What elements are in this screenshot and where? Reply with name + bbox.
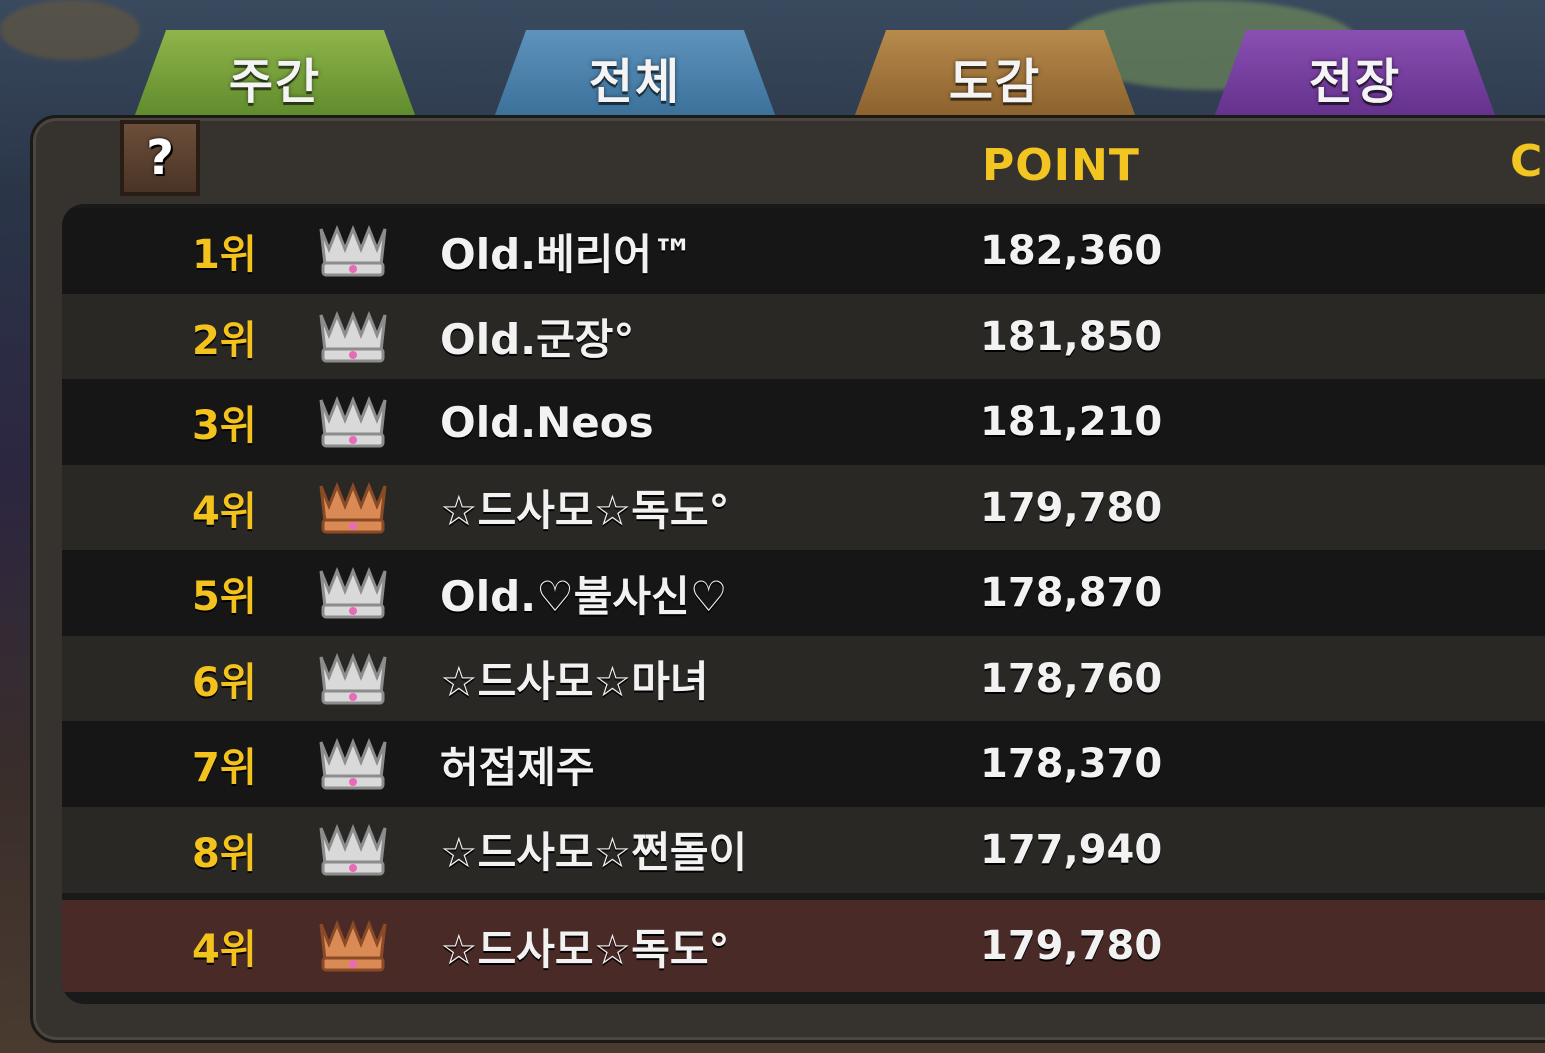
silver-crown-icon bbox=[315, 309, 391, 365]
silver-crown-icon bbox=[315, 822, 391, 878]
tab-bar: 주간 전체 도감 전장 bbox=[0, 0, 1545, 120]
silver-crown-icon bbox=[315, 651, 391, 707]
rank-label: 2위 bbox=[192, 317, 257, 364]
rank-label: 7위 bbox=[192, 745, 257, 791]
question-icon: ? bbox=[146, 130, 174, 186]
player-name: ☆드사모☆독도° bbox=[440, 924, 730, 974]
rank-label: 1위 bbox=[192, 232, 257, 278]
rank-label: 3위 bbox=[192, 403, 257, 449]
silver-crown-icon bbox=[315, 736, 391, 792]
ranking-row[interactable]: 6위 ☆드사모☆마녀 178,760 bbox=[62, 635, 1545, 722]
ranking-list[interactable]: 1위 Old.베리어™ 182,360 2위 Old.군장° 181,850 3위 Old.N… bbox=[62, 204, 1545, 1004]
point-column-header: POINT bbox=[982, 140, 1140, 191]
rank-label: 6위 bbox=[192, 659, 257, 706]
ranking-row[interactable]: 2위 Old.군장° 181,850 bbox=[62, 293, 1545, 380]
player-name: Old.Neos bbox=[440, 397, 654, 447]
player-name: Old.베리어™ bbox=[440, 229, 695, 279]
player-name: ☆드사모☆마녀 bbox=[440, 657, 709, 706]
rank-label: 4위 bbox=[192, 488, 257, 535]
silver-crown-icon bbox=[315, 565, 391, 621]
player-name: ☆드사모☆쩐돌이 bbox=[440, 828, 748, 877]
player-points: 182,360 bbox=[980, 228, 1163, 274]
player-points: 178,370 bbox=[980, 741, 1163, 787]
player-points: 177,940 bbox=[980, 826, 1163, 873]
ranking-row[interactable]: 8위 ☆드사모☆쩐돌이 177,940 bbox=[62, 806, 1545, 893]
tab-collection[interactable]: 도감 bbox=[853, 30, 1137, 120]
player-name: 허접제주 bbox=[440, 742, 595, 792]
ranking-row[interactable]: 3위 Old.Neos 181,210 bbox=[62, 379, 1545, 465]
ranking-row[interactable]: 5위 Old.♡불사신♡ 178,870 bbox=[62, 550, 1545, 636]
ranking-row[interactable]: 7위 허접제주 178,370 bbox=[62, 721, 1545, 807]
rank-label: 8위 bbox=[192, 830, 257, 877]
tab-weekly[interactable]: 주간 bbox=[133, 30, 417, 120]
silver-crown-icon bbox=[315, 223, 391, 279]
tab-all[interactable]: 전체 bbox=[493, 30, 777, 120]
tab-battlefield[interactable]: 전장 bbox=[1213, 30, 1497, 120]
player-points: 179,780 bbox=[980, 923, 1163, 969]
help-button[interactable]: ? bbox=[120, 120, 200, 196]
player-points: 178,760 bbox=[980, 655, 1163, 702]
bronze-crown-icon bbox=[315, 918, 391, 974]
rank-label: 4위 bbox=[192, 927, 257, 973]
bronze-crown-icon bbox=[315, 480, 391, 536]
ranking-row[interactable]: 4위 ☆드사모☆독도° 179,780 bbox=[62, 464, 1545, 551]
player-points: 179,780 bbox=[980, 484, 1163, 531]
player-name: Old.군장° bbox=[440, 315, 635, 364]
ranking-row[interactable]: 1위 Old.베리어™ 182,360 bbox=[62, 208, 1545, 294]
rank-label: 5위 bbox=[192, 574, 257, 620]
my-rank-row[interactable]: 4위 ☆드사모☆독도° 179,780 bbox=[62, 900, 1545, 992]
player-points: 178,870 bbox=[980, 570, 1163, 616]
player-points: 181,210 bbox=[980, 399, 1163, 445]
silver-crown-icon bbox=[315, 394, 391, 450]
player-points: 181,850 bbox=[980, 313, 1163, 360]
player-name: ☆드사모☆독도° bbox=[440, 486, 730, 535]
player-name: Old.♡불사신♡ bbox=[440, 571, 728, 621]
cut-column-header: C bbox=[1510, 136, 1543, 187]
